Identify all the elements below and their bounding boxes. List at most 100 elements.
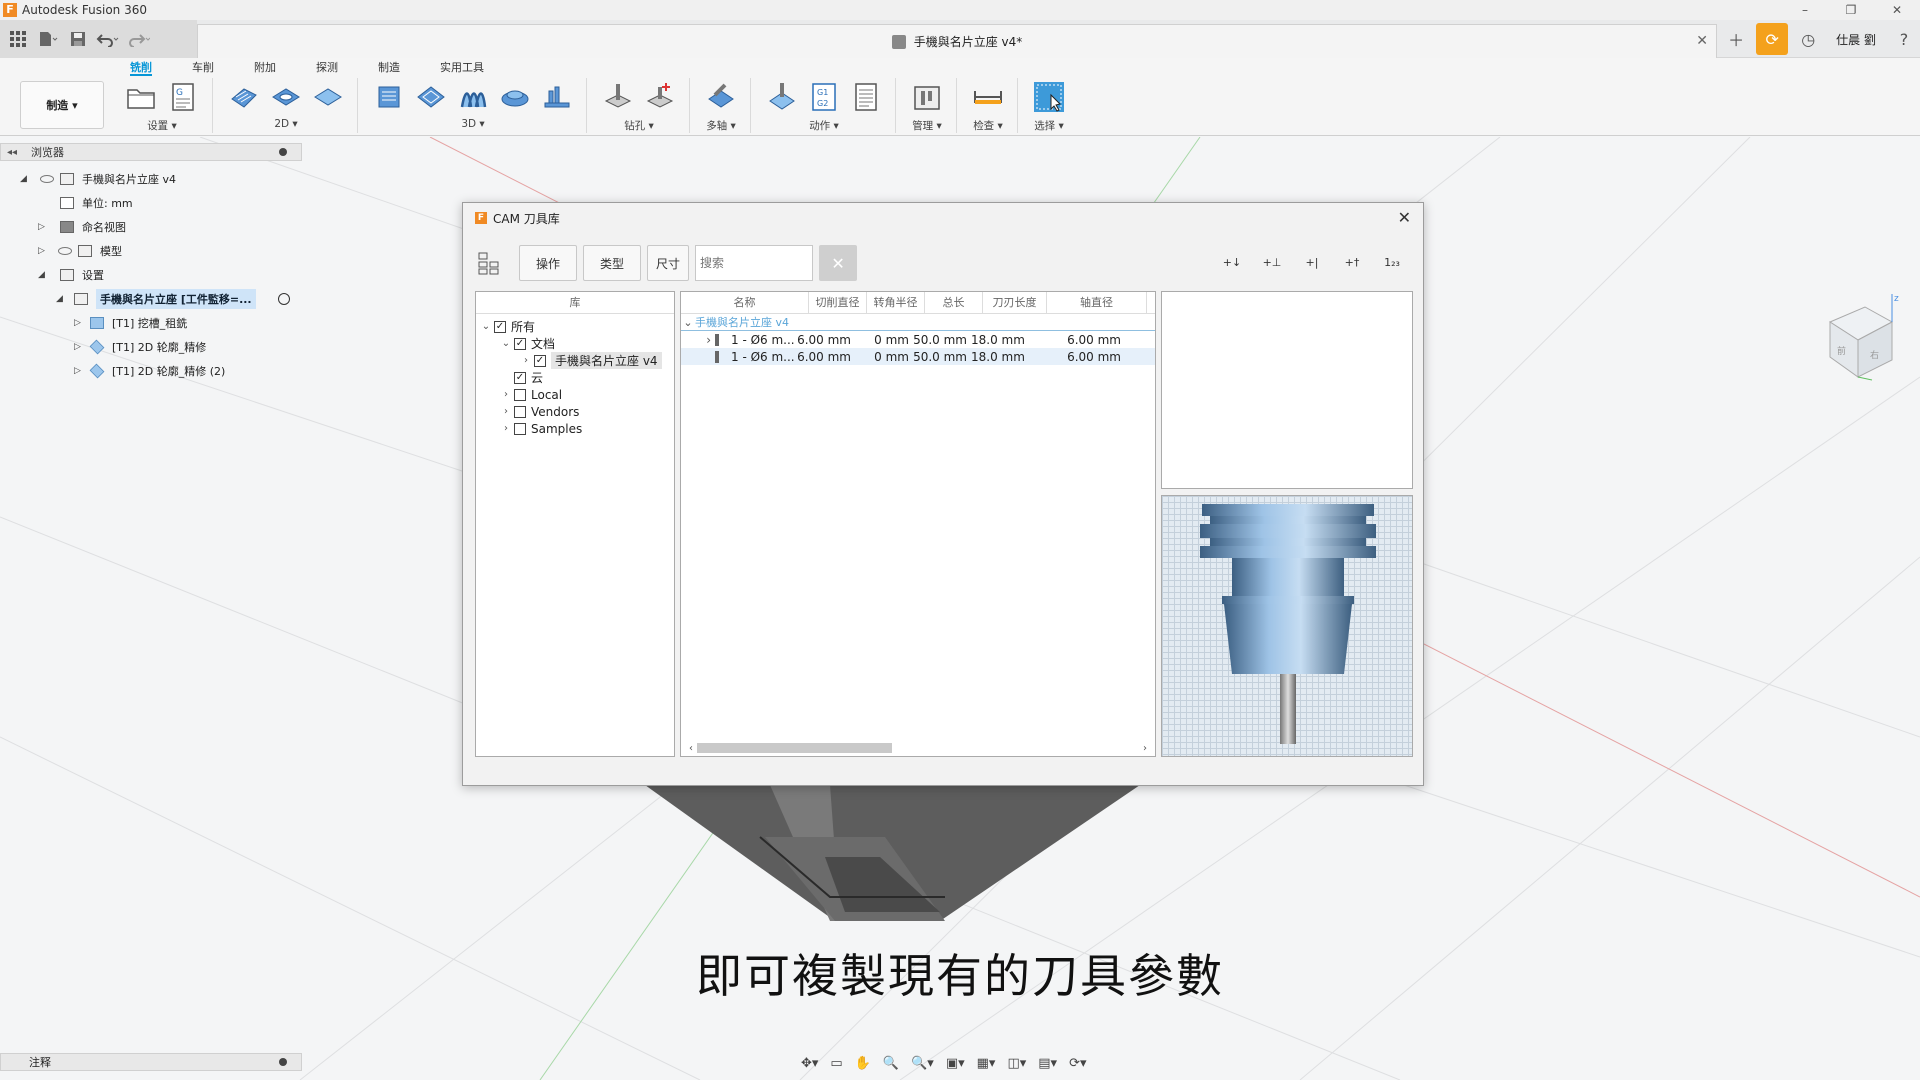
chevron-right-icon[interactable]: › [500,389,512,400]
comments-pin-icon[interactable] [279,1058,287,1066]
3d-parallel-icon[interactable] [456,80,490,114]
tool-preview[interactable] [1161,495,1413,757]
group-label-multiaxis[interactable]: 多轴 ▾ [706,118,736,133]
redo-icon[interactable] [126,27,150,51]
checkbox-checked[interactable]: ✓ [514,337,526,350]
restore-button[interactable]: ❐ [1828,0,1874,20]
collapse-triangle-icon[interactable]: ◢ [56,294,66,304]
activate-target-icon[interactable] [278,293,290,305]
tab-utilities[interactable]: 实用工具 [440,58,484,76]
tab-milling[interactable]: 铣削 [130,58,152,76]
column-header-cutting-diameter[interactable]: 切削直径 [809,292,867,313]
library-item-documents[interactable]: ⌄ ✓ 文档 [476,335,674,352]
column-header-flute-length[interactable]: 刀刃长度 [983,292,1047,313]
group-label-setup[interactable]: 设置 ▾ [147,118,177,133]
post-process-icon[interactable]: G1 G2 [807,80,841,114]
checkbox-checked[interactable]: ✓ [494,320,506,333]
document-tab[interactable]: 手機與名片立座 v4* ✕ [197,24,1717,58]
hole-recognition-icon[interactable] [643,80,677,114]
3d-scallop-icon[interactable] [540,80,574,114]
checkbox-checked[interactable]: ✓ [534,354,546,367]
expand-triangle-icon[interactable]: ▷ [38,246,48,256]
checkbox-unchecked[interactable] [514,405,526,418]
library-item-current-document[interactable]: › ✓ 手機與名片立座 v4 [476,352,674,369]
multi-axis-icon[interactable] [704,80,738,114]
scroll-left-icon[interactable]: ‹ [685,743,697,754]
column-header-corner-radius[interactable]: 转角半径 [867,292,925,313]
new-holder-icon[interactable]: +⊥ [1255,247,1289,277]
expand-triangle-icon[interactable]: ▷ [74,366,84,376]
column-header-overall-length[interactable]: 总长 [925,292,983,313]
search-input[interactable] [695,245,814,281]
new-tab-icon[interactable]: ＋ [1720,23,1752,55]
collapse-triangle-icon[interactable]: ◢ [38,270,48,280]
visibility-eye-icon[interactable] [58,247,72,255]
library-item-cloud[interactable]: ✓ 云 [476,369,674,386]
tab-additive[interactable]: 附加 [254,58,276,76]
expand-triangle-icon[interactable]: ▷ [38,222,48,232]
column-header-name[interactable]: 名称 [681,292,809,313]
chevron-right-icon[interactable]: › [500,423,512,434]
minimize-button[interactable]: – [1782,0,1828,20]
2d-face-icon[interactable] [311,80,345,114]
tool-group-row[interactable]: ⌄ 手機與名片立座 v4 [681,314,1155,331]
job-status-icon[interactable]: ⟳ [1756,23,1789,55]
3d-contour-icon[interactable] [498,80,532,114]
look-at-icon[interactable]: ▭ [830,1056,842,1071]
library-item-all[interactable]: ⌄ ✓ 所有 [476,318,674,335]
tab-fabrication[interactable]: 制造 [378,58,400,76]
pan-icon[interactable]: ✋ [855,1056,871,1071]
tool-row-selected[interactable]: 1 - Ø6 m... 6.00 mm 0 mm 50.0 mm 18.0 mm… [681,348,1155,365]
drill-icon[interactable] [601,80,635,114]
scroll-thumb[interactable] [697,743,892,753]
group-label-3d[interactable]: 3D ▾ [461,118,484,130]
library-item-local[interactable]: › Local [476,386,674,403]
scroll-right-icon[interactable]: › [1139,743,1151,754]
new-probe-icon[interactable]: +† [1335,247,1369,277]
filter-size-button[interactable]: 尺寸 [647,245,690,281]
close-document-button[interactable]: ✕ [1696,33,1708,49]
group-label-drilling[interactable]: 钻孔 ▾ [624,118,654,133]
tree-item-setup1[interactable]: ◢ 手機與名片立座 [工件監移=... [0,287,302,311]
tree-item-document[interactable]: ◢ 手機與名片立座 v4 [0,167,302,191]
library-item-vendors[interactable]: › Vendors [476,403,674,420]
tree-item-operation-3[interactable]: ▷ [T1] 2D 轮廓_精修 (2) [0,359,302,383]
new-mill-tool-icon[interactable]: +↓ [1215,247,1249,277]
clear-search-button[interactable]: ✕ [819,245,858,281]
scroll-track[interactable] [697,743,1139,753]
collapse-browser-icon[interactable]: ◂◂ [7,147,17,158]
browser-pin-icon[interactable] [279,148,287,156]
setup-sheet-doc-icon[interactable] [849,80,883,114]
setup-folder-icon[interactable] [124,80,158,114]
grid-settings-icon[interactable]: ▦▾ [977,1056,996,1071]
close-dialog-button[interactable]: ✕ [1398,208,1411,227]
workspace-selector[interactable]: 制造 ▾ [20,81,104,129]
tab-turning[interactable]: 车削 [192,58,214,76]
checkbox-unchecked[interactable] [514,388,526,401]
setup-sheet-icon[interactable]: G [166,80,200,114]
tab-probing[interactable]: 探测 [316,58,338,76]
group-label-inspect[interactable]: 检查 ▾ [973,118,1003,133]
measure-icon[interactable] [971,80,1005,114]
refresh-icon[interactable]: ⟳▾ [1069,1056,1086,1071]
collapse-triangle-icon[interactable]: ◢ [20,174,30,184]
file-menu-icon[interactable] [36,27,60,51]
group-label-actions[interactable]: 动作 ▾ [809,118,839,133]
expand-triangle-icon[interactable]: ▷ [74,318,84,328]
visibility-eye-icon[interactable] [40,175,54,183]
3d-pocket-icon[interactable] [414,80,448,114]
checkbox-unchecked[interactable] [514,422,526,435]
zoom-window-icon[interactable]: 🔍▾ [911,1056,934,1071]
display-settings-icon[interactable]: ▣▾ [946,1056,965,1071]
select-icon[interactable] [1032,80,1066,114]
tree-item-named-views[interactable]: ▷ 命名视图 [0,215,302,239]
close-window-button[interactable]: ✕ [1874,0,1920,20]
checkbox-checked[interactable]: ✓ [514,371,526,384]
tree-item-setups[interactable]: ◢ 设置 [0,263,302,287]
filter-type-button[interactable]: 类型 [583,245,642,281]
data-panel-icon[interactable] [6,27,30,51]
part-model[interactable] [645,785,1140,921]
chevron-right-icon[interactable]: › [681,333,711,347]
save-icon[interactable] [66,27,90,51]
notifications-icon[interactable]: ◷ [1792,23,1824,55]
